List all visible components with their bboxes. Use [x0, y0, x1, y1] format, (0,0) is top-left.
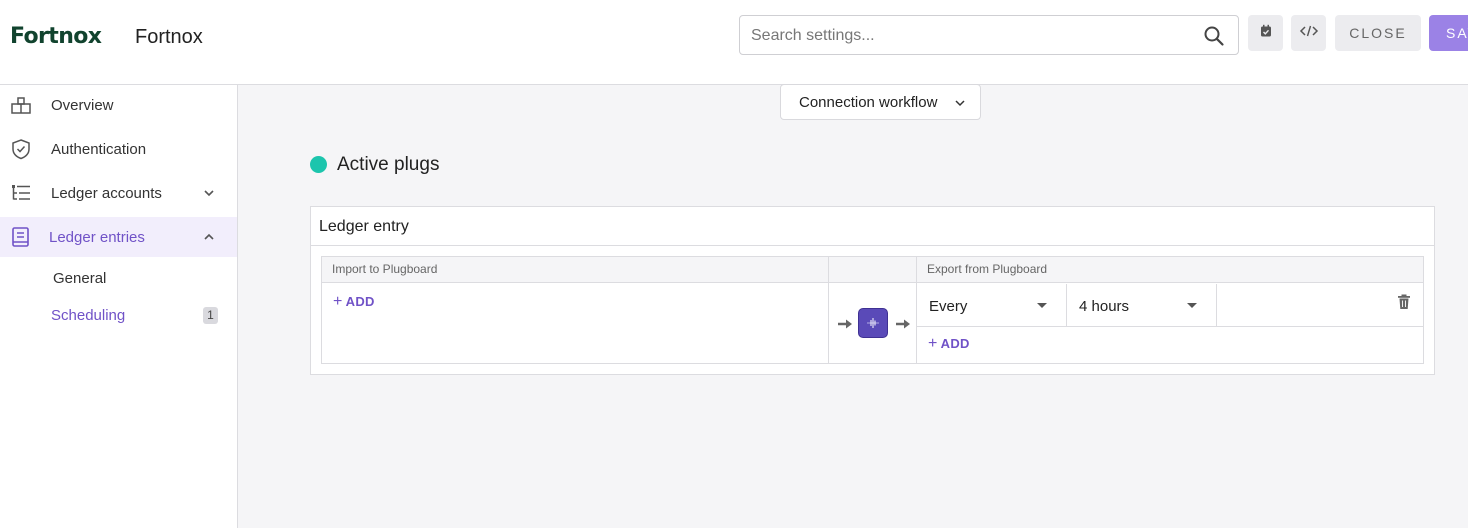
sidebar-item-label: Overview	[51, 96, 114, 114]
page-title: Fortnox	[135, 26, 203, 48]
calendar-button[interactable]	[1248, 15, 1283, 51]
import-add-button[interactable]: + ADD	[333, 293, 375, 311]
sidebar-item-ledger-entries[interactable]: Ledger entries	[0, 217, 237, 257]
chevron-up-icon	[200, 228, 218, 246]
caret-down-icon	[1037, 303, 1047, 308]
close-button[interactable]: CLOSE	[1335, 15, 1421, 51]
add-label: ADD	[940, 336, 970, 351]
card-title: Ledger entry	[319, 218, 409, 235]
export-add-button[interactable]: + ADD	[928, 335, 970, 353]
plug-header	[829, 257, 916, 283]
calendar-icon	[1259, 24, 1273, 43]
sidebar: Overview Authentication Ledger accounts …	[0, 85, 238, 528]
sidebar-item-overview[interactable]: Overview	[0, 85, 237, 125]
import-header: Import to Plugboard	[322, 257, 828, 283]
export-column: Export from Plugboard Every 4 hours + ADD	[916, 256, 1424, 364]
count-badge: 1	[203, 307, 218, 324]
chevron-down-icon	[952, 95, 968, 111]
plug-column	[828, 256, 917, 364]
arrow-right-icon	[895, 317, 911, 329]
divider	[311, 245, 1434, 246]
plug-card: Ledger entry Import to Plugboard + ADD Ex…	[310, 206, 1435, 375]
code-button[interactable]	[1291, 15, 1326, 51]
shield-icon	[10, 138, 32, 160]
plus-icon: +	[928, 335, 938, 352]
main-content: Connection workflow Active plugs Ledger …	[238, 84, 1468, 528]
search-icon[interactable]	[1203, 25, 1225, 47]
divider	[917, 326, 1423, 327]
sidebar-item-label: Ledger accounts	[51, 184, 162, 202]
trash-icon[interactable]	[1397, 294, 1411, 315]
connection-workflow-dropdown[interactable]: Connection workflow	[780, 84, 981, 120]
sidebar-item-label: Ledger entries	[49, 228, 145, 246]
caret-down-icon	[1187, 303, 1197, 308]
sidebar-subitem-general[interactable]: General	[53, 270, 106, 287]
schedule-interval-select[interactable]: 4 hours	[1067, 284, 1217, 326]
section-title: Active plugs	[337, 154, 440, 175]
export-header: Export from Plugboard	[917, 257, 1423, 283]
plugboard-icon[interactable]	[858, 308, 888, 338]
sidebar-item-label: Authentication	[51, 140, 147, 158]
add-label: ADD	[345, 294, 375, 309]
book-icon	[10, 226, 32, 248]
sidebar-subitem-scheduling[interactable]: Scheduling	[51, 307, 125, 324]
save-button[interactable]: SAVE	[1429, 15, 1468, 51]
tree-list-icon	[10, 182, 32, 204]
fortnox-logo: Fortnox	[10, 24, 102, 49]
workflow-label: Connection workflow	[799, 94, 938, 111]
select-value: Every	[929, 298, 968, 315]
arrow-right-icon	[837, 317, 853, 329]
plus-icon: +	[333, 293, 343, 310]
home-icon	[10, 94, 32, 116]
schedule-every-select[interactable]: Every	[917, 284, 1067, 326]
active-status-dot	[310, 156, 327, 173]
search-input[interactable]	[751, 25, 1191, 47]
code-icon	[1299, 24, 1319, 43]
select-value: 4 hours	[1079, 298, 1130, 315]
search-box	[739, 15, 1239, 55]
sidebar-item-ledger-accounts[interactable]: Ledger accounts	[0, 173, 237, 213]
chevron-down-icon	[200, 184, 218, 202]
top-header: Fortnox Fortnox CLOSE SAVE	[0, 0, 1468, 85]
import-column: Import to Plugboard + ADD	[321, 256, 829, 364]
sidebar-item-authentication[interactable]: Authentication	[0, 129, 237, 169]
